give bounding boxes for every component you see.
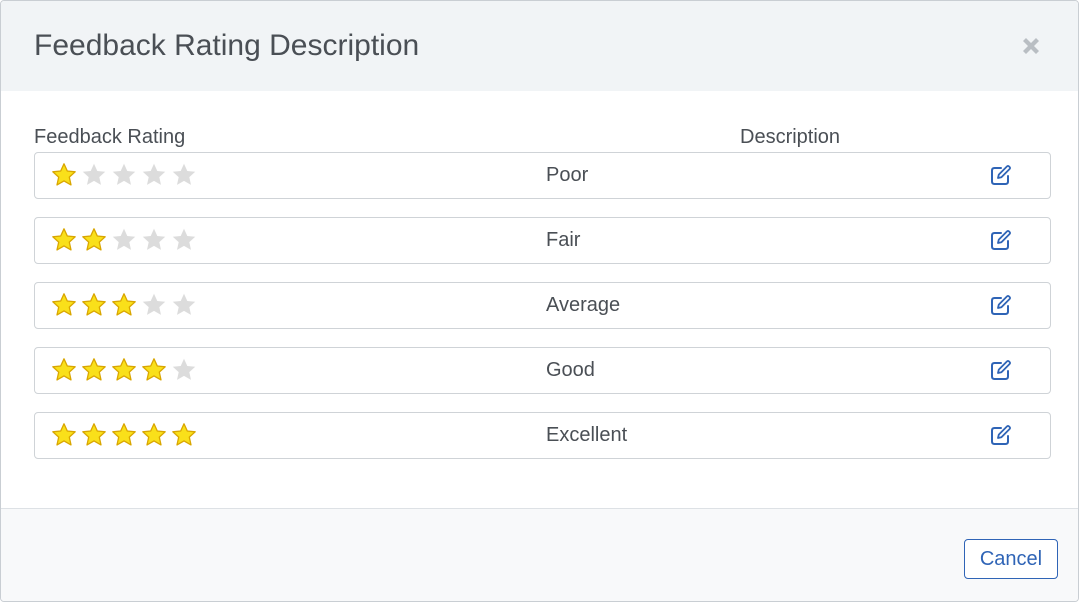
star-rating [51, 357, 197, 383]
rating-row: Excellent [34, 412, 1051, 459]
star-filled-icon [52, 358, 76, 381]
dialog-title: Feedback Rating Description [34, 29, 420, 62]
cancel-button[interactable]: Cancel [964, 539, 1058, 579]
edit-button[interactable] [989, 358, 1013, 382]
star-filled-icon [142, 358, 166, 381]
star-filled-icon [52, 293, 76, 316]
star-filled-icon [52, 228, 76, 251]
dialog-footer: Cancel [1, 508, 1078, 601]
star-filled-icon [172, 423, 196, 446]
feedback-rating-dialog: Feedback Rating Description Feedback Rat… [0, 0, 1079, 602]
star-filled-icon [52, 163, 76, 186]
edit-button[interactable] [989, 293, 1013, 317]
dialog-header: Feedback Rating Description [1, 1, 1078, 91]
rating-label: Good [546, 359, 595, 381]
edit-button[interactable] [989, 423, 1013, 447]
star-filled-icon [82, 423, 106, 446]
rating-label: Poor [546, 164, 589, 186]
close-button[interactable] [1016, 31, 1046, 61]
star-rating [51, 292, 197, 318]
edit-icon [991, 230, 1011, 250]
star-rating [51, 227, 197, 253]
star-empty-icon [172, 228, 196, 250]
rating-label: Fair [546, 229, 581, 251]
star-empty-icon [82, 163, 106, 185]
edit-icon [991, 425, 1011, 445]
star-empty-icon [142, 163, 166, 185]
star-empty-icon [172, 358, 196, 380]
rating-label: Average [546, 294, 621, 316]
rating-row: Poor [34, 152, 1051, 199]
description-column-header: Description [740, 126, 841, 148]
star-empty-icon [112, 228, 136, 250]
rating-row: Fair [34, 217, 1051, 264]
edit-button[interactable] [989, 228, 1013, 252]
star-rating [51, 162, 197, 188]
star-filled-icon [82, 293, 106, 316]
star-empty-icon [172, 293, 196, 315]
star-empty-icon [142, 228, 166, 250]
close-icon [1023, 38, 1039, 54]
edit-icon [991, 165, 1011, 185]
rating-row: Good [34, 347, 1051, 394]
dialog-body: Feedback Rating Description Poor Fair Av… [1, 91, 1078, 509]
edit-icon [991, 360, 1011, 380]
star-filled-icon [112, 358, 136, 381]
star-filled-icon [82, 228, 106, 251]
star-filled-icon [82, 358, 106, 381]
rating-label: Excellent [546, 424, 628, 446]
rating-list: Poor Fair Average Good Excellent [34, 152, 1051, 477]
star-empty-icon [172, 163, 196, 185]
star-empty-icon [112, 163, 136, 185]
rating-row: Average [34, 282, 1051, 329]
star-filled-icon [142, 423, 166, 446]
rating-column-header: Feedback Rating [34, 126, 186, 148]
star-empty-icon [142, 293, 166, 315]
star-rating [51, 422, 197, 448]
edit-button[interactable] [989, 163, 1013, 187]
edit-icon [991, 295, 1011, 315]
star-filled-icon [112, 293, 136, 316]
star-filled-icon [52, 423, 76, 446]
star-filled-icon [112, 423, 136, 446]
